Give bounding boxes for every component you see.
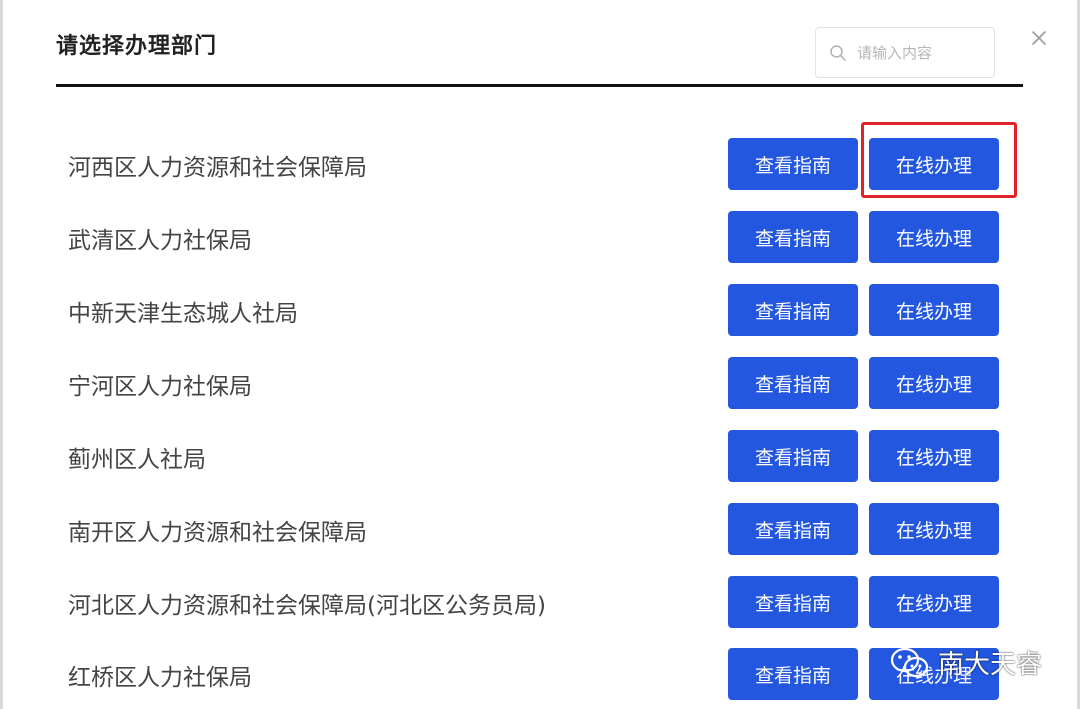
online-handle-button[interactable]: 在线办理	[869, 648, 999, 700]
online-handle-button[interactable]: 在线办理	[869, 211, 999, 263]
department-name: 蓟州区人社局	[68, 447, 206, 473]
search-box[interactable]	[815, 27, 995, 78]
department-name: 河北区人力资源和社会保障局(河北区公务员局)	[68, 593, 546, 619]
view-guide-button[interactable]: 查看指南	[728, 430, 858, 482]
view-guide-button[interactable]: 查看指南	[728, 284, 858, 336]
search-icon	[830, 44, 846, 61]
department-name: 红桥区人力社保局	[68, 665, 252, 691]
department-row: 中新天津生态城人社局 查看指南 在线办理	[0, 284, 1080, 338]
online-handle-button[interactable]: 在线办理	[869, 503, 999, 555]
dialog: 请选择办理部门 河西区人力资源和社会保障局 查看指南 在线办理 武清区人力社保局…	[0, 0, 1080, 709]
online-handle-button[interactable]: 在线办理	[869, 138, 999, 190]
view-guide-button[interactable]: 查看指南	[728, 576, 858, 628]
search-input[interactable]	[855, 42, 989, 63]
department-row: 河北区人力资源和社会保障局(河北区公务员局) 查看指南 在线办理	[0, 576, 1080, 630]
online-handle-button[interactable]: 在线办理	[869, 576, 999, 628]
close-icon[interactable]	[1029, 28, 1049, 48]
department-row: 宁河区人力社保局 查看指南 在线办理	[0, 357, 1080, 411]
title-divider	[56, 84, 1023, 87]
online-handle-button[interactable]: 在线办理	[869, 357, 999, 409]
department-name: 南开区人力资源和社会保障局	[68, 520, 367, 546]
department-row: 河西区人力资源和社会保障局 查看指南 在线办理	[0, 138, 1080, 192]
department-name: 武清区人力社保局	[68, 228, 252, 254]
view-guide-button[interactable]: 查看指南	[728, 211, 858, 263]
view-guide-button[interactable]: 查看指南	[728, 503, 858, 555]
department-name: 中新天津生态城人社局	[68, 301, 298, 327]
view-guide-button[interactable]: 查看指南	[728, 138, 858, 190]
view-guide-button[interactable]: 查看指南	[728, 357, 858, 409]
department-row: 武清区人力社保局 查看指南 在线办理	[0, 211, 1080, 265]
department-row: 红桥区人力社保局 查看指南 在线办理	[0, 648, 1080, 702]
online-handle-button[interactable]: 在线办理	[869, 284, 999, 336]
department-row: 蓟州区人社局 查看指南 在线办理	[0, 430, 1080, 484]
online-handle-button[interactable]: 在线办理	[869, 430, 999, 482]
dialog-title: 请选择办理部门	[56, 34, 218, 59]
view-guide-button[interactable]: 查看指南	[728, 648, 858, 700]
department-row: 南开区人力资源和社会保障局 查看指南 在线办理	[0, 503, 1080, 557]
department-name: 河西区人力资源和社会保障局	[68, 155, 367, 181]
department-name: 宁河区人力社保局	[68, 374, 252, 400]
